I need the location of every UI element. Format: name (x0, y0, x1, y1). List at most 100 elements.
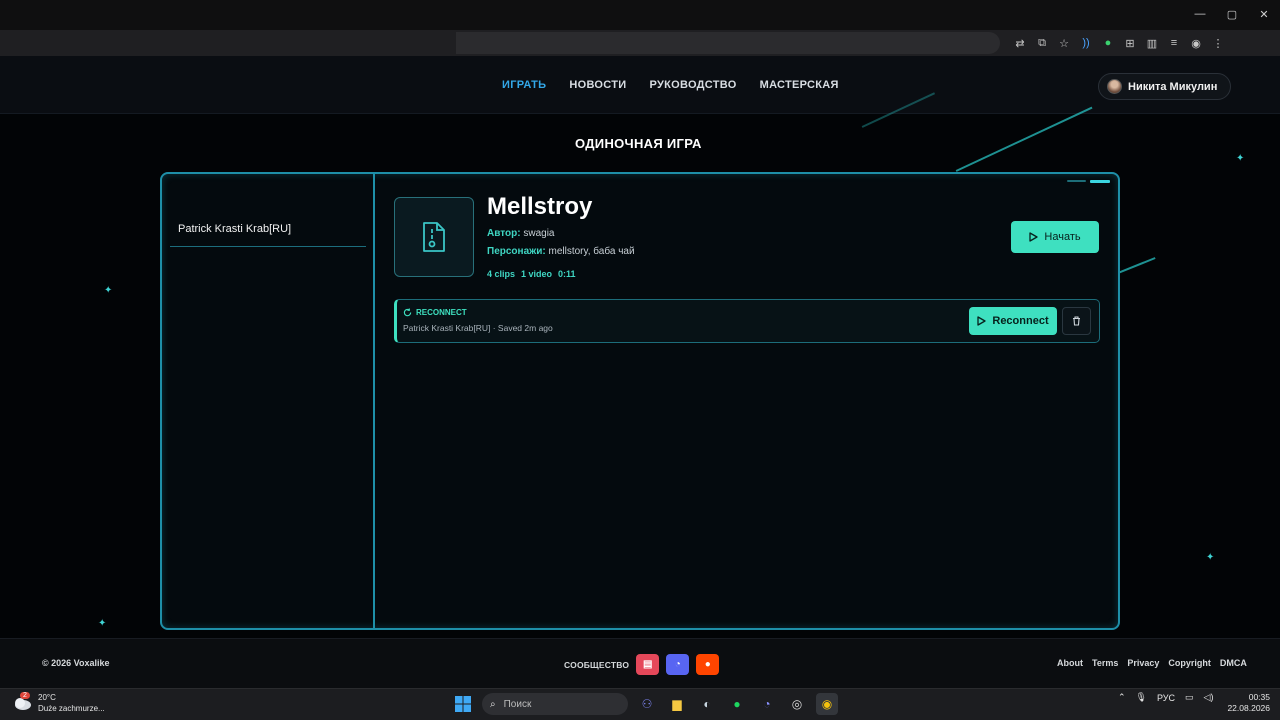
footer-link-privacy[interactable]: Privacy (1127, 658, 1159, 668)
search-icon: ⌕ (490, 698, 496, 710)
video-count: 1 video (521, 269, 553, 279)
panel-divider (373, 174, 375, 628)
panel-decor (1067, 180, 1086, 182)
reconnect-subtitle: Patrick Krasti Krab[RU] · Saved 2m ago (403, 323, 553, 333)
reconnect-button[interactable]: Reconnect (969, 307, 1057, 335)
extension-green-icon[interactable]: ● (1100, 35, 1116, 51)
decor-line (1117, 257, 1156, 274)
taskbar-apps: ⌕ Поиск ⚇ ▆ ◐ ● ◔ ◎ ◉ (452, 692, 838, 716)
tray-chevron-up-icon[interactable]: ⌃ (1118, 692, 1126, 703)
play-icon (1029, 232, 1039, 242)
game-characters: Персонажи: mellstory, баба чай (487, 246, 635, 257)
minimize-icon[interactable]: — (1184, 0, 1216, 28)
app-icon[interactable]: ◎ (786, 693, 808, 715)
browser-titlebar (0, 0, 1280, 30)
footer-link-dmca[interactable]: DMCA (1220, 658, 1247, 668)
user-name: Никита Микулин (1128, 80, 1218, 93)
sidebar-item-save[interactable]: Patrick Krasti Krab[RU] (178, 223, 291, 235)
puzzle-icon[interactable]: ⊞ (1122, 35, 1138, 51)
discord-taskbar-icon[interactable]: ◔ (756, 693, 778, 715)
bookmark-star-icon[interactable]: ☆ (1056, 35, 1072, 51)
taskbar-clock[interactable]: 00:35 22.08.2026 (1226, 692, 1270, 714)
author-value: swagia (523, 228, 555, 239)
reddit-icon[interactable]: ● (696, 654, 720, 675)
taskbar-search[interactable]: ⌕ Поиск (482, 693, 628, 715)
weather-badge: 2 (20, 692, 30, 699)
star-decor: ✦ (98, 618, 107, 629)
refresh-icon (403, 308, 412, 317)
address-bar[interactable] (456, 32, 1000, 54)
start-button[interactable]: Начать (1011, 221, 1099, 253)
game-title: Mellstroy (487, 193, 593, 220)
teams-icon[interactable]: ⚇ (636, 693, 658, 715)
community-label: СООБЩЕСТВО (564, 659, 630, 670)
weather-text: 20°C Duże zachmurze... (38, 692, 105, 714)
user-menu-button[interactable]: Никита Микулин (1098, 73, 1232, 100)
microphone-icon[interactable]: 🎙︎ (1136, 692, 1147, 703)
characters-label: Персонажи: (487, 246, 546, 257)
sidebar-icon[interactable]: ▥ (1144, 35, 1160, 51)
page-title: ОДИНОЧНАЯ ИГРА (575, 136, 702, 151)
chrome-icon[interactable]: ◉ (816, 693, 838, 715)
window-controls: — ▢ ✕ (1184, 0, 1280, 28)
weather-desc: Duże zachmurze... (38, 704, 105, 713)
play-icon (977, 316, 987, 326)
avatar (1107, 79, 1122, 94)
reconnect-tag: RECONNECT (403, 308, 467, 317)
author-label: Автор: (487, 228, 521, 239)
extension-audio-icon[interactable]: )) (1078, 35, 1094, 51)
system-tray: ⌃ 🎙︎ РУС ▭ ◁) (1118, 692, 1213, 703)
delete-button[interactable] (1062, 307, 1091, 335)
nav-item-workshop[interactable]: МАСТЕРСКАЯ (760, 79, 839, 91)
footer-link-about[interactable]: About (1057, 658, 1083, 668)
windows-start-icon[interactable] (452, 693, 474, 715)
nav-item-play[interactable]: ИГРАТЬ (502, 79, 546, 91)
file-archive-icon (423, 222, 445, 252)
clock-time: 00:35 (1248, 692, 1270, 702)
reconnect-tag-label: RECONNECT (416, 308, 467, 317)
community-links: СООБЩЕСТВО ▤ ◔ ● (564, 654, 720, 675)
copyright-text: © 2026 Voxalike (42, 658, 110, 668)
file-explorer-icon[interactable]: ▆ (666, 693, 688, 715)
duration: 0:11 (558, 269, 576, 279)
trash-icon (1073, 316, 1080, 326)
game-thumbnail (394, 197, 474, 277)
profile-icon[interactable]: ◉ (1188, 35, 1204, 51)
close-icon[interactable]: ✕ (1248, 0, 1280, 28)
star-decor: ✦ (1236, 153, 1245, 164)
nav-item-news[interactable]: НОВОСТИ (569, 79, 626, 91)
decor-line (955, 106, 1093, 172)
network-icon[interactable]: ▭ (1185, 692, 1194, 703)
footer-link-copyright[interactable]: Copyright (1168, 658, 1211, 668)
install-icon[interactable]: ⧉ (1034, 35, 1050, 51)
clips-count: 4 clips (487, 269, 516, 279)
search-placeholder: Поиск (503, 698, 532, 710)
weather-temp: 20°C (38, 693, 56, 702)
translate-icon[interactable]: ⇄ (1012, 35, 1028, 51)
spotify-icon[interactable]: ● (726, 693, 748, 715)
star-decor: ✦ (104, 285, 113, 296)
media-icon[interactable]: ≡ (1166, 35, 1182, 51)
cloud-icon: 2 (12, 692, 32, 711)
weather-widget[interactable]: 2 20°C Duże zachmurze... (12, 692, 105, 714)
clock-date: 22.08.2026 (1227, 703, 1270, 713)
reconnect-button-label: Reconnect (992, 315, 1049, 327)
extension-icons: ⇄ ⧉ ☆ )) ● ⊞ ▥ ≡ ◉ ⋮ (1012, 32, 1226, 54)
maximize-icon[interactable]: ▢ (1216, 0, 1248, 28)
game-panel (160, 172, 1120, 630)
main-nav: ИГРАТЬ НОВОСТИ РУКОВОДСТВО МАСТЕРСКАЯ (502, 79, 839, 91)
start-button-label: Начать (1044, 231, 1081, 243)
discord-icon[interactable]: ◔ (666, 654, 690, 675)
star-decor: ✦ (1206, 552, 1215, 563)
menu-icon[interactable]: ⋮ (1210, 35, 1226, 51)
game-author: Автор: swagia (487, 228, 554, 239)
game-stats: 4 clips 1 video 0:11 (487, 269, 576, 279)
store-icon[interactable]: ▤ (636, 654, 660, 675)
footer-link-terms[interactable]: Terms (1092, 658, 1118, 668)
footer-links: About Terms Privacy Copyright DMCA (1057, 658, 1247, 668)
volume-icon[interactable]: ◁) (1204, 692, 1214, 703)
language-indicator[interactable]: РУС (1157, 693, 1175, 703)
characters-value: mellstory, баба чай (548, 246, 635, 257)
nav-item-guide[interactable]: РУКОВОДСТВО (649, 79, 736, 91)
steam-icon[interactable]: ◐ (696, 693, 718, 715)
